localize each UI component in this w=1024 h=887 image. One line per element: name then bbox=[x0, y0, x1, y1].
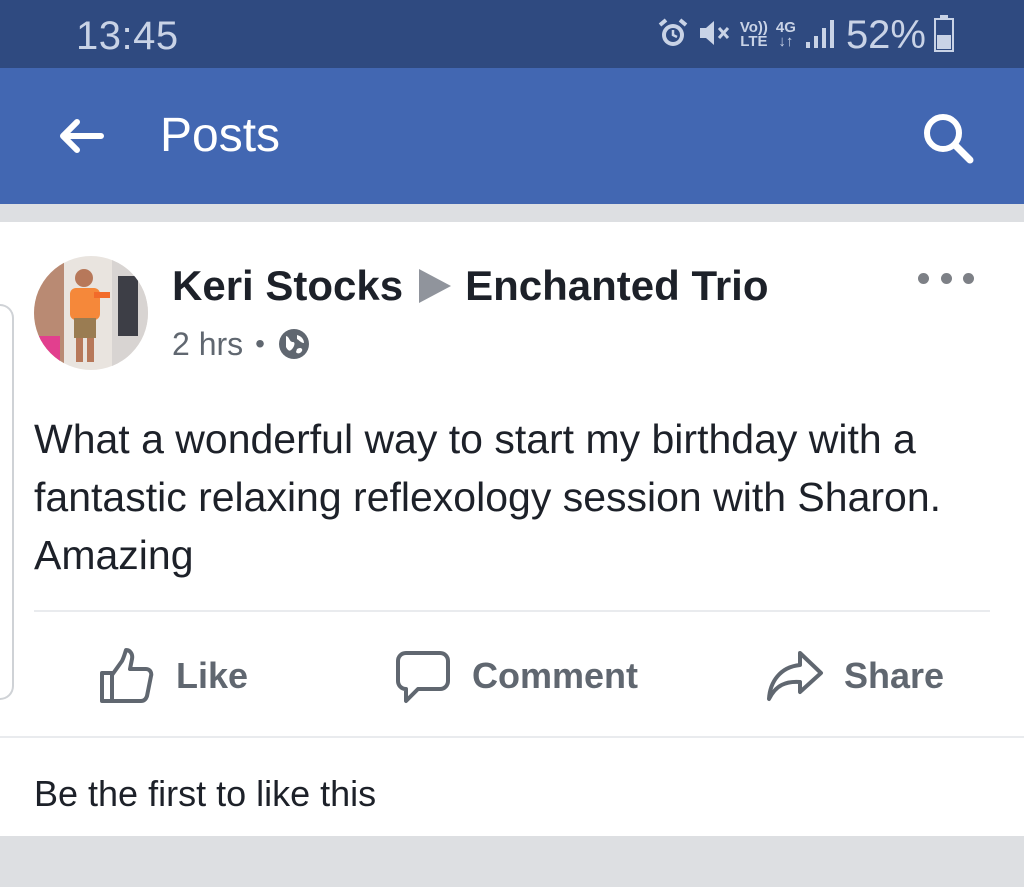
lte-label: LTE bbox=[740, 33, 768, 50]
meta-separator: • bbox=[255, 328, 265, 359]
comment-label: Comment bbox=[472, 655, 639, 696]
signal-icon bbox=[804, 16, 838, 55]
search-icon bbox=[924, 114, 974, 164]
share-button[interactable]: Share bbox=[766, 644, 944, 708]
like-button[interactable]: Like bbox=[98, 644, 248, 708]
shared-to-arrow-icon bbox=[419, 269, 452, 303]
group-name[interactable]: Enchanted Trio bbox=[465, 262, 768, 310]
author-name[interactable]: Keri Stocks bbox=[172, 262, 403, 310]
post-time[interactable]: 2 hrs bbox=[172, 326, 243, 363]
data-arrows-icon: 4G ↓↑ bbox=[775, 19, 796, 50]
app-bar: Posts bbox=[0, 68, 1024, 204]
arrow-left-icon bbox=[60, 119, 104, 153]
comment-button[interactable]: Comment bbox=[394, 644, 638, 708]
avatar[interactable] bbox=[34, 256, 148, 370]
post-text: What a wonderful way to start my birthda… bbox=[34, 416, 942, 578]
post-meta: 2 hrs • bbox=[172, 324, 311, 364]
search-button[interactable] bbox=[916, 106, 980, 170]
back-button[interactable] bbox=[48, 108, 112, 164]
status-icons: Vo)) LTE 4G ↓↑ 52% bbox=[656, 10, 954, 60]
page-title: Posts bbox=[160, 109, 281, 162]
share-arrow-icon bbox=[767, 651, 823, 701]
globe-icon bbox=[278, 329, 309, 359]
like-summary[interactable]: Be the first to like this bbox=[34, 772, 376, 816]
alarm-icon bbox=[656, 16, 690, 55]
divider bbox=[0, 736, 1024, 738]
volte-icon: Vo)) LTE bbox=[740, 20, 768, 50]
status-bar: 13:45 Vo)) LTE 4G ↓↑ 52% bbox=[0, 0, 1024, 68]
more-dots-icon bbox=[918, 272, 929, 284]
divider bbox=[34, 610, 990, 612]
status-time: 13:45 bbox=[76, 14, 179, 58]
share-label: Share bbox=[844, 655, 945, 696]
post-card: Keri Stocks Enchanted Trio 2 hrs • What … bbox=[0, 222, 1024, 836]
post-actions: Like Comment Share bbox=[0, 614, 1024, 736]
more-options-button[interactable] bbox=[918, 266, 974, 290]
mute-icon bbox=[698, 18, 732, 53]
battery-percent: 52% bbox=[845, 13, 926, 57]
battery-icon bbox=[934, 14, 954, 57]
like-label: Like bbox=[176, 655, 249, 696]
comment-bubble-icon bbox=[396, 651, 450, 703]
post-header: Keri Stocks Enchanted Trio bbox=[172, 260, 768, 312]
thumbs-up-icon bbox=[100, 648, 154, 703]
